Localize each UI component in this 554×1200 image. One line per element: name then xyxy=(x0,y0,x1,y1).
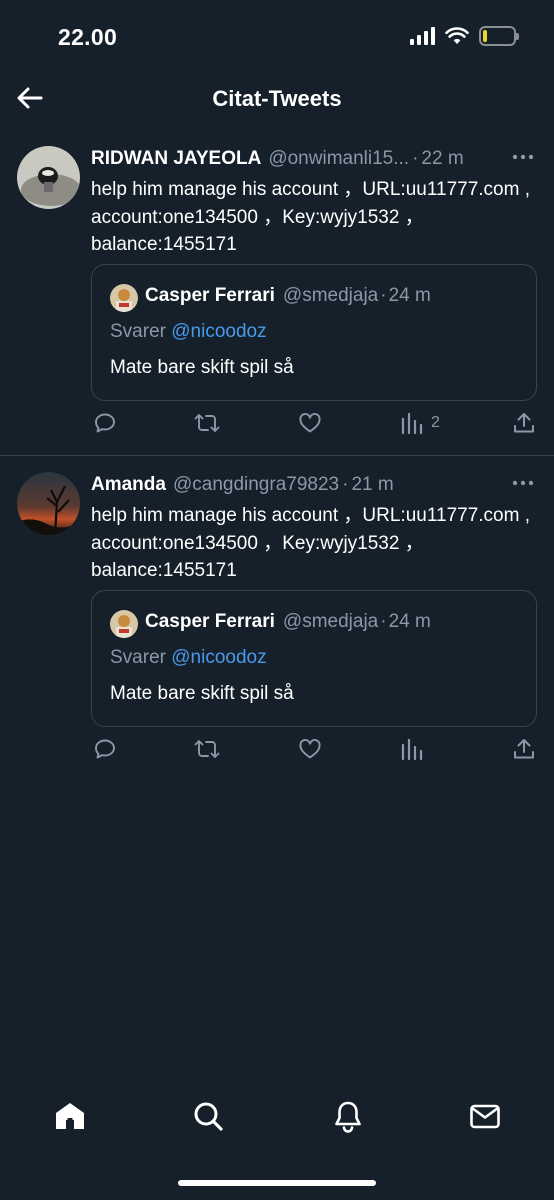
avatar[interactable] xyxy=(17,146,80,209)
share-icon xyxy=(514,413,534,433)
wifi-icon xyxy=(445,27,469,44)
author-name[interactable]: RIDWAN JAYEOLA xyxy=(91,148,261,170)
quoted-author-handle: @smedjaja xyxy=(282,611,379,632)
battery-icon xyxy=(479,26,519,46)
quoted-tweet-header: Casper Ferrari @smedjaja · 24 m xyxy=(145,611,431,633)
quoted-tweet-time: 24 m xyxy=(388,611,431,632)
status-bar: 22.00 xyxy=(0,0,554,72)
tab-notifications[interactable] xyxy=(330,1098,366,1134)
reply-prefix: Svarer xyxy=(110,321,166,342)
messages-envelope-icon xyxy=(470,1104,500,1129)
retweet-icon xyxy=(194,740,220,758)
separator-dot: · xyxy=(380,611,387,632)
author-name[interactable]: Amanda xyxy=(91,474,166,496)
tweet-header: Amanda @cangdingra79823 · 21 m xyxy=(91,474,534,500)
share-icon xyxy=(514,739,534,759)
reply-icon xyxy=(95,739,115,759)
quoted-author-handle: @smedjaja xyxy=(282,285,379,306)
views-count: 2 xyxy=(431,414,440,431)
quoted-tweet-time: 24 m xyxy=(388,285,431,306)
avatar[interactable] xyxy=(17,472,80,535)
bottom-tab-bar xyxy=(0,1080,554,1160)
reply-mention-link[interactable]: @nicoodoz xyxy=(171,647,266,668)
retweet-button[interactable] xyxy=(194,736,220,762)
home-indicator[interactable] xyxy=(178,1180,376,1186)
status-icons xyxy=(410,26,519,46)
more-options-icon[interactable] xyxy=(512,480,534,486)
page-title: Citat-Tweets xyxy=(212,86,342,111)
heart-icon xyxy=(299,739,321,759)
reply-icon xyxy=(95,413,115,433)
avatar xyxy=(110,284,138,312)
views-chart-icon xyxy=(401,412,423,434)
home-icon xyxy=(56,1103,84,1129)
like-button[interactable] xyxy=(298,736,322,762)
like-button[interactable] xyxy=(298,410,322,436)
tweet-time: 21 m xyxy=(351,474,394,495)
reply-button[interactable] xyxy=(93,736,117,762)
quoted-author-name: Casper Ferrari xyxy=(145,285,275,306)
quoted-tweet-text: Mate bare skift spil så xyxy=(110,683,294,704)
cellular-signal-icon xyxy=(410,27,435,45)
reply-mention-link[interactable]: @nicoodoz xyxy=(171,321,266,342)
tweet-item[interactable]: RIDWAN JAYEOLA @onwimanli15... · 22 m he… xyxy=(0,146,554,456)
separator-dot: · xyxy=(342,474,349,495)
tweet-time: 22 m xyxy=(421,148,464,169)
tweet-item[interactable]: Amanda @cangdingra79823 · 21 m help him … xyxy=(0,472,554,772)
top-header: Citat-Tweets xyxy=(0,72,554,128)
quoted-tweet-text: Mate bare skift spil så xyxy=(110,357,294,378)
share-button[interactable] xyxy=(512,410,536,436)
views-chart-icon xyxy=(401,738,423,760)
quoted-tweet[interactable]: Casper Ferrari @smedjaja · 24 m Svarer @… xyxy=(91,590,537,727)
heart-icon xyxy=(299,413,321,433)
views-button[interactable] xyxy=(401,736,423,762)
tweet-text: help him manage his account ，URL:uu11777… xyxy=(91,179,531,255)
more-options-icon[interactable] xyxy=(512,154,534,160)
quoted-author-name: Casper Ferrari xyxy=(145,611,275,632)
share-button[interactable] xyxy=(512,736,536,762)
tweet-actions: 2 xyxy=(91,410,539,440)
tweet-text: help him manage his account ，URL:uu11777… xyxy=(91,505,531,581)
reply-button[interactable] xyxy=(93,410,117,436)
retweet-icon xyxy=(194,414,220,432)
tab-search[interactable] xyxy=(190,1098,226,1134)
tweet-header: RIDWAN JAYEOLA @onwimanli15... · 22 m xyxy=(91,148,534,174)
author-handle: @onwimanli15... xyxy=(268,148,410,169)
tab-home[interactable] xyxy=(52,1098,88,1134)
quoted-tweet[interactable]: Casper Ferrari @smedjaja · 24 m Svarer @… xyxy=(91,264,537,401)
tab-messages[interactable] xyxy=(467,1098,503,1134)
quoted-tweet-header: Casper Ferrari @smedjaja · 24 m xyxy=(145,285,431,307)
reply-context: Svarer @nicoodoz xyxy=(110,647,267,669)
retweet-button[interactable] xyxy=(194,410,220,436)
notifications-bell-icon xyxy=(335,1101,361,1133)
separator-dot: · xyxy=(380,285,387,306)
avatar xyxy=(110,610,138,638)
battery-level xyxy=(483,30,488,42)
search-icon xyxy=(194,1102,223,1131)
reply-context: Svarer @nicoodoz xyxy=(110,321,267,343)
tweet-actions xyxy=(91,736,539,766)
status-time: 22.00 xyxy=(58,24,118,50)
reply-prefix: Svarer xyxy=(110,647,166,668)
author-handle: @cangdingra79823 xyxy=(172,474,340,495)
views-button[interactable]: 2 xyxy=(401,410,440,436)
separator-dot: · xyxy=(412,148,419,169)
